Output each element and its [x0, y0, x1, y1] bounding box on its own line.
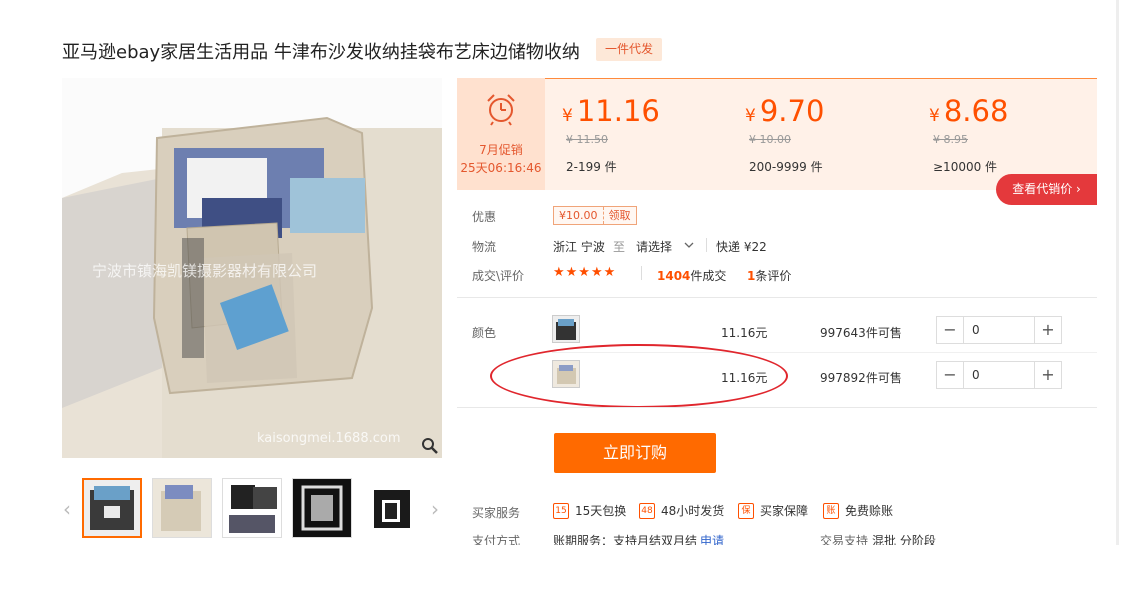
- service-credit[interactable]: 账免费赊账: [823, 502, 893, 519]
- price-tier-1: ¥11.16 ¥ 11.50 2-199 件: [562, 78, 732, 190]
- product-title: 亚马逊ebay家居生活用品 牛津布沙发收纳挂袋布艺床边储物收纳: [62, 42, 580, 63]
- original-price: ¥ 8.95: [933, 133, 968, 146]
- service-exchange[interactable]: 15 15天包换: [553, 502, 626, 519]
- original-price: ¥ 11.50: [566, 133, 608, 146]
- row-stock: 997643件可售: [820, 324, 902, 341]
- color-label: 颜色: [472, 326, 497, 340]
- stock-suffix: 件可售: [865, 326, 902, 340]
- thumbnail-4[interactable]: [292, 478, 352, 538]
- service-protection[interactable]: 保买家保障: [738, 502, 808, 519]
- ship-to-word: 至: [613, 240, 626, 254]
- deals-label: 成交\评价: [472, 269, 525, 283]
- row-price: 11.16元: [721, 326, 768, 340]
- service-text: 买家保障: [760, 504, 809, 518]
- price-tier-2: ¥9.70 ¥ 10.00 200-9999 件: [745, 78, 915, 190]
- divider: [457, 297, 1097, 298]
- destination-select[interactable]: 请选择: [636, 238, 672, 255]
- services-label: 买家服务: [472, 506, 521, 520]
- agent-price-button[interactable]: 查看代销价 ›: [996, 174, 1097, 205]
- alarm-clock-icon: [487, 94, 515, 126]
- quantity-input[interactable]: 0: [963, 317, 1035, 343]
- thumbnail-1[interactable]: [82, 478, 142, 538]
- discount-label: 优惠: [472, 210, 497, 224]
- thumbnail-3[interactable]: [222, 478, 282, 538]
- product-photo: 宁波市镇海凯镁摄影器材有限公司 kaisongmei.1688.com: [62, 78, 442, 458]
- currency-symbol: ¥: [929, 106, 940, 126]
- dropship-tag: 一件代发: [596, 38, 663, 61]
- decrement-button[interactable]: −: [937, 317, 963, 343]
- deals-number: 1404: [657, 269, 691, 283]
- magnifier-icon[interactable]: [420, 436, 440, 456]
- credit-icon: 账: [823, 502, 839, 519]
- promo-box: 7月促销 25天06:16:46: [457, 78, 545, 190]
- highlight-circle: [490, 344, 788, 408]
- coupon[interactable]: ¥10.00 领取: [553, 206, 637, 225]
- ship-from: 浙江 宁波: [553, 240, 605, 254]
- service-text: 15天包换: [575, 504, 627, 518]
- shipping-method: 快递 ¥22: [716, 240, 767, 254]
- currency-symbol: ¥: [745, 106, 756, 126]
- thumbnail-5[interactable]: [362, 478, 422, 538]
- quantity-range: 2-199 件: [566, 160, 617, 174]
- divider: [457, 407, 1097, 408]
- quantity-stepper[interactable]: − 0 +: [936, 361, 1062, 389]
- divider: [706, 238, 707, 252]
- tier-price: 11.16: [576, 94, 660, 128]
- coupon-amount: ¥10.00: [559, 209, 598, 222]
- buy-now-button[interactable]: 立即订购: [554, 433, 716, 473]
- divider: [641, 266, 642, 280]
- promo-countdown: 25天06:16:46: [460, 161, 542, 175]
- quantity-stepper[interactable]: − 0 +: [936, 316, 1062, 344]
- quantity-range: 200-9999 件: [749, 160, 823, 174]
- color-swatch-black[interactable]: [552, 315, 580, 343]
- tier-price: 8.68: [943, 94, 1009, 128]
- quantity-input[interactable]: 0: [963, 362, 1035, 388]
- service-shipping[interactable]: 48 48小时发货: [639, 502, 724, 519]
- shipping-icon: 48: [639, 502, 655, 519]
- stock-suffix: 件可售: [865, 371, 902, 385]
- watermark-url: kaisongmei.1688.com: [257, 431, 400, 446]
- thumbnail-strip: [60, 476, 448, 540]
- thumbnail-2[interactable]: [152, 478, 212, 538]
- stock-number: 997892: [820, 371, 866, 385]
- review-count[interactable]: 1条评价: [747, 267, 791, 284]
- chevron-down-icon[interactable]: [683, 240, 695, 250]
- shield-icon: 保: [738, 502, 754, 519]
- increment-button[interactable]: +: [1035, 317, 1061, 343]
- increment-button[interactable]: +: [1035, 362, 1061, 388]
- currency-symbol: ¥: [562, 106, 573, 126]
- logistics-label: 物流: [472, 240, 497, 254]
- rating-stars: ★★★★★: [553, 265, 617, 280]
- service-text: 48小时发货: [661, 504, 725, 518]
- exchange-icon: 15: [553, 502, 569, 519]
- quantity-range: ≥10000 件: [933, 160, 998, 174]
- coupon-claim-button[interactable]: 领取: [602, 207, 636, 224]
- original-price: ¥ 10.00: [749, 133, 791, 146]
- deals-count[interactable]: 1404件成交: [657, 267, 726, 284]
- bottom-mask: [0, 545, 1132, 600]
- promo-label: 7月促销: [479, 143, 523, 157]
- row-stock: 997892件可售: [820, 369, 902, 386]
- watermark-text: 宁波市镇海凯镁摄影器材有限公司: [92, 262, 317, 280]
- review-suffix: 条评价: [755, 269, 792, 283]
- tier-price: 9.70: [759, 94, 825, 128]
- decrement-button[interactable]: −: [937, 362, 963, 388]
- service-text: 免费赊账: [845, 504, 894, 518]
- main-product-image[interactable]: 宁波市镇海凯镁摄影器材有限公司 kaisongmei.1688.com: [62, 78, 442, 458]
- scrollbar[interactable]: [1116, 0, 1119, 545]
- stock-number: 997643: [820, 326, 866, 340]
- deals-suffix: 件成交: [690, 269, 727, 283]
